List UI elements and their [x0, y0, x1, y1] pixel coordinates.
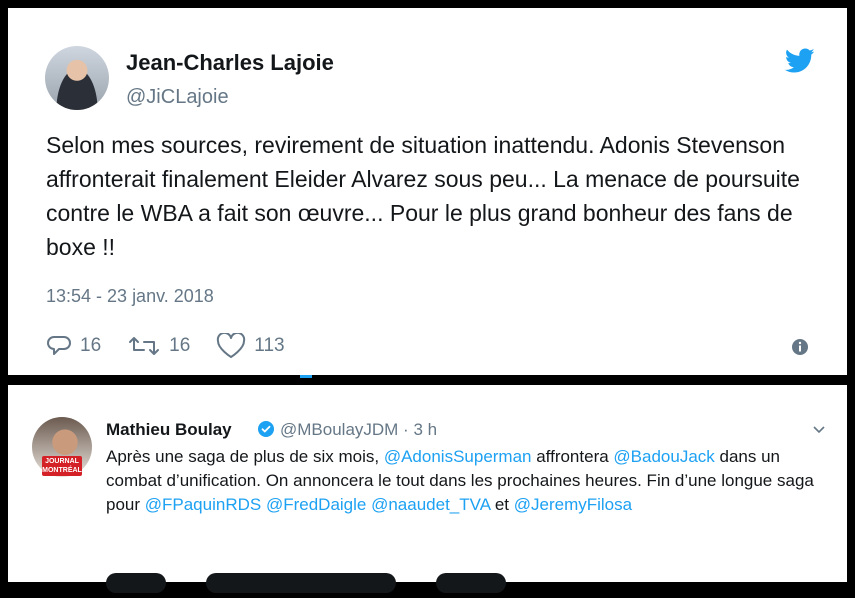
- like-count: 113: [254, 335, 285, 356]
- tweet-text: Après une saga de plus de six mois, @Ado…: [106, 445, 826, 517]
- author-name[interactable]: Jean-Charles Lajoie: [126, 50, 334, 76]
- text-segment: Après une saga de plus de six mois,: [106, 447, 384, 466]
- author-handle[interactable]: @JiCLajoie: [126, 86, 229, 109]
- cropped-content: [106, 573, 826, 593]
- mention-link[interactable]: @AdonisSuperman: [384, 447, 532, 466]
- tweet-text: Selon mes sources, revirement de situati…: [46, 132, 800, 260]
- mention-link[interactable]: @FPaquinRDS: [145, 495, 261, 514]
- reply-icon: [47, 336, 71, 355]
- divider-accent: [300, 375, 312, 378]
- reply-button[interactable]: 16: [46, 334, 101, 358]
- info-icon[interactable]: [791, 338, 809, 356]
- author-name[interactable]: Mathieu Boulay: [106, 420, 232, 440]
- retweet-icon: [129, 337, 160, 355]
- reply-count: 16: [80, 335, 102, 356]
- mention-link[interactable]: @JeremyFilosa: [514, 495, 632, 514]
- mention-link[interactable]: @FredDaigle: [266, 495, 366, 514]
- tweet-card-mboulayjdm: JOURNAL MONTRÉAL Mathieu Boulay @MBoulay…: [8, 385, 847, 593]
- tweet-timestamp[interactable]: 13:54 - 23 janv. 2018: [46, 286, 214, 307]
- like-icon: [217, 333, 246, 358]
- retweet-count: 16: [169, 335, 191, 356]
- mention-link[interactable]: @BadouJack: [613, 447, 714, 466]
- twitter-bird-icon[interactable]: [785, 48, 815, 74]
- like-button[interactable]: 113: [216, 333, 285, 359]
- journal-logo: JOURNAL MONTRÉAL: [42, 456, 82, 476]
- tweet-card-jiclajoie: Jean-Charles Lajoie @JiCLajoie Selon mes…: [8, 8, 847, 375]
- verified-icon: [258, 421, 274, 437]
- tweet-actions: 16 16 113: [46, 333, 311, 359]
- text-segment: affrontera: [531, 447, 614, 466]
- chevron-down-icon[interactable]: [813, 425, 825, 435]
- avatar[interactable]: [45, 46, 109, 110]
- retweet-button[interactable]: 16: [127, 334, 190, 358]
- text-segment: et: [490, 495, 514, 514]
- author-handle-time[interactable]: @MBoulayJDM · 3 h: [280, 420, 437, 440]
- mention-link[interactable]: @naaudet_TVA: [371, 495, 490, 514]
